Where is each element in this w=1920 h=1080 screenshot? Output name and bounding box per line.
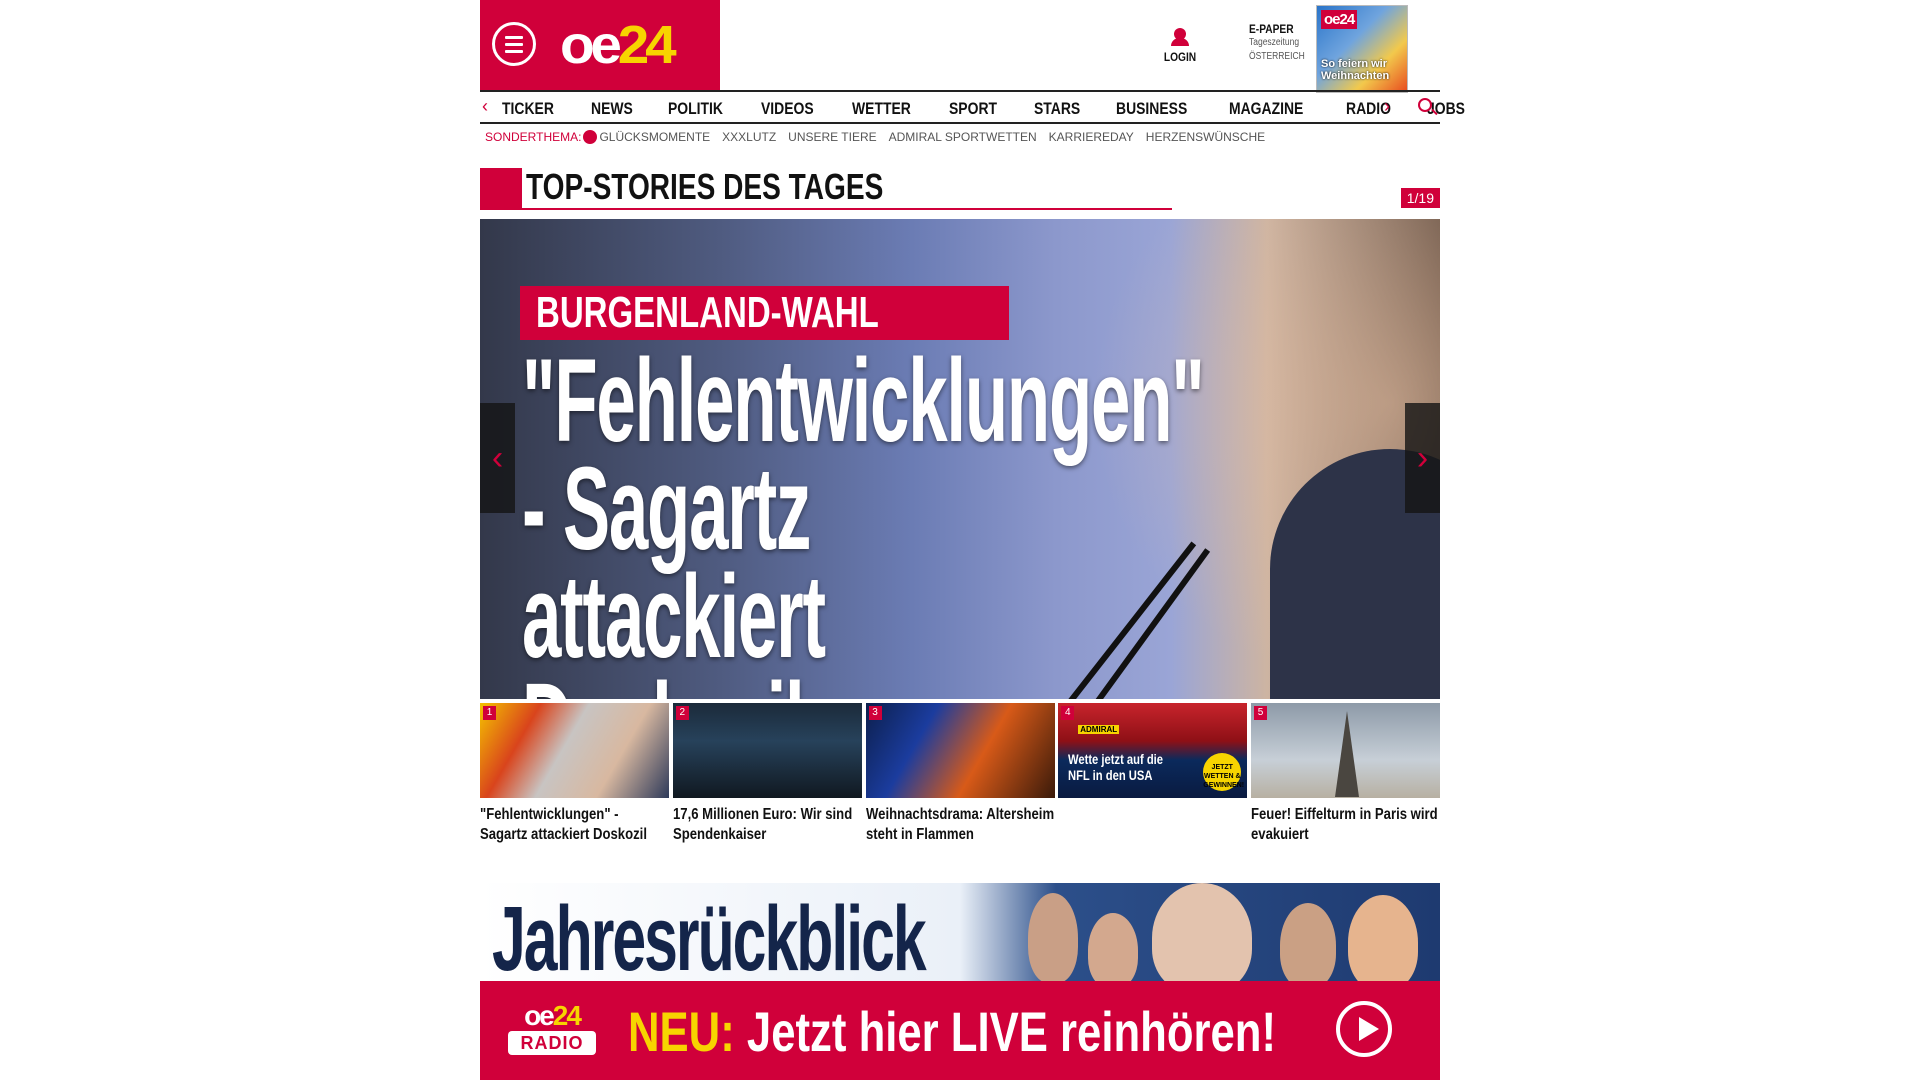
- nav-item-politik[interactable]: POLITIK: [668, 99, 723, 119]
- nav-item-news[interactable]: NEWS: [591, 99, 633, 119]
- portrait-image: [1152, 883, 1252, 981]
- portrait-image: [1348, 895, 1418, 981]
- special-topic-link[interactable]: XXXLUTZ: [722, 130, 776, 144]
- thumbnail-image: 2: [672, 703, 862, 798]
- thumbnail-number: 1: [483, 706, 496, 720]
- oe24-radio-logo: oe24 RADIO: [508, 1001, 596, 1063]
- year-review-banner[interactable]: Jahresrückblick: [480, 883, 1440, 981]
- thumbnail-title[interactable]: 17,6 Millionen Euro: Wir sind Spendenkai…: [673, 805, 862, 845]
- epaper-title: E-PAPER: [1249, 22, 1294, 36]
- epaper-link[interactable]: E-PAPER Tageszeitung ÖSTERREICH: [1249, 22, 1319, 64]
- nav-item-wetter[interactable]: WETTER: [852, 99, 911, 119]
- ad-image: 4 ADMIRAL Wette jetzt auf die NFL in den …: [1058, 703, 1248, 798]
- thumbnail-item-ad[interactable]: 4 ADMIRAL Wette jetzt auf die NFL in den …: [1058, 703, 1248, 845]
- hero-headline[interactable]: "Fehlentwicklungen" - Sagartz attackiert…: [522, 342, 1205, 699]
- epaper-subtitle-1: Tageszeitung: [1249, 37, 1300, 48]
- ad-badge: JETZT WETTEN & GEWINNEN!: [1203, 753, 1244, 791]
- thumbnail-number: 3: [868, 706, 882, 720]
- thumbnail-number: 4: [1061, 706, 1075, 720]
- cover-logo: oe24: [1321, 10, 1358, 29]
- login-button[interactable]: LOGIN: [1160, 28, 1200, 64]
- slide-counter: 1/19: [1400, 188, 1440, 208]
- eiffel-tower-image: [1335, 711, 1359, 797]
- nav-item-sport[interactable]: SPORT: [949, 99, 997, 119]
- special-topic-link[interactable]: GLÜCKSMOMENTE: [599, 130, 710, 144]
- portrait-image: [1028, 893, 1078, 981]
- epaper-subtitle-2: ÖSTERREICH: [1249, 51, 1305, 62]
- epaper-cover-image[interactable]: oe24 So feiern wir Weihnachten: [1316, 5, 1408, 93]
- login-label: LOGIN: [1163, 50, 1197, 64]
- special-topics-bar: SONDERTHEMA: GLÜCKSMOMENTE XXXLUTZ UNSER…: [485, 130, 1277, 144]
- special-topic-link[interactable]: KARRIEREDAY: [1049, 130, 1134, 144]
- nav-item-magazine[interactable]: MAGAZINE: [1229, 99, 1303, 119]
- nav-items: TICKER NEWS POLITIK VIDEOS WETTER SPORT …: [502, 99, 1499, 119]
- thumbnail-title[interactable]: Feuer! Eiffelturm in Paris wird evakuier…: [1251, 805, 1440, 845]
- thumbnail-item[interactable]: 5 Feuer! Eiffelturm in Paris wird evakui…: [1251, 703, 1440, 845]
- hero-kicker: BURGENLAND-WAHL: [520, 286, 1010, 340]
- page: oe24 LOGIN E-PAPER Tageszeitung ÖSTERREI…: [480, 0, 1465, 1080]
- nav-prev-icon[interactable]: ‹: [482, 96, 488, 117]
- nav-next-icon[interactable]: ›: [1384, 96, 1390, 117]
- thumbnail-item[interactable]: 2 17,6 Millionen Euro: Wir sind Spendenk…: [672, 703, 862, 845]
- cover-headline: So feiern wir Weihnachten: [1321, 58, 1390, 82]
- thumbnail-item[interactable]: 3 Weihnachtsdrama: Altersheim steht in F…: [865, 703, 1055, 845]
- heart-icon: [583, 130, 598, 144]
- portrait-image: [1088, 913, 1138, 981]
- thumbnail-image: 3: [865, 703, 1055, 798]
- nav-item-videos[interactable]: VIDEOS: [761, 99, 814, 119]
- search-icon[interactable]: [1418, 98, 1432, 112]
- section-accent: [480, 168, 522, 210]
- thumbnail-item[interactable]: 1 "Fehlentwicklungen" - Sagartz attackie…: [480, 703, 669, 845]
- slider-next-button[interactable]: ›: [1405, 403, 1440, 513]
- hero-slide[interactable]: BURGENLAND-WAHL "Fehlentwicklungen" - Sa…: [480, 219, 1440, 699]
- section-divider: [522, 208, 1172, 210]
- ad-text: Wette jetzt auf die NFL in den USA: [1068, 751, 1164, 783]
- logo-area: oe24: [480, 0, 720, 90]
- oe24-logo[interactable]: oe24: [560, 14, 677, 76]
- special-topic-link[interactable]: UNSERE TIERE: [788, 130, 876, 144]
- thumbnail-number: 5: [1254, 706, 1267, 720]
- slider-prev-button[interactable]: ‹: [480, 403, 515, 513]
- ad-brand: ADMIRAL: [1078, 725, 1120, 734]
- play-icon[interactable]: [1336, 1001, 1392, 1057]
- user-icon: [1171, 28, 1189, 46]
- thumbnail-image: 1: [480, 703, 669, 798]
- radio-banner[interactable]: oe24 RADIO NEU: Jetzt hier LIVE reinhöre…: [480, 981, 1440, 1080]
- nav-item-business[interactable]: BUSINESS: [1116, 99, 1187, 119]
- thumbnail-image: 5: [1251, 703, 1440, 798]
- nav-item-ticker[interactable]: TICKER: [502, 99, 554, 119]
- special-topic-link[interactable]: HERZENSWÜNSCHE: [1146, 130, 1265, 144]
- banner-title: Jahresrückblick: [492, 888, 927, 981]
- section-title: TOP-STORIES DES TAGES: [526, 166, 884, 207]
- menu-icon[interactable]: [492, 22, 536, 66]
- thumbnail-number: 2: [675, 706, 689, 720]
- thumbnail-title[interactable]: "Fehlentwicklungen" - Sagartz attackiert…: [480, 805, 669, 845]
- portrait-image: [1280, 903, 1336, 981]
- nav-item-stars[interactable]: STARS: [1034, 99, 1080, 119]
- special-topic-link[interactable]: ADMIRAL SPORTWETTEN: [889, 130, 1037, 144]
- story-thumbnails: 1 "Fehlentwicklungen" - Sagartz attackie…: [480, 703, 1440, 845]
- special-topic-label: SONDERTHEMA:: [485, 130, 582, 144]
- radio-cta-text[interactable]: NEU: Jetzt hier LIVE reinhören!: [628, 999, 1276, 1064]
- main-nav: ‹ TICKER NEWS POLITIK VIDEOS WETTER SPOR…: [480, 90, 1465, 124]
- thumbnail-title[interactable]: Weihnachtsdrama: Altersheim steht in Fla…: [866, 805, 1055, 845]
